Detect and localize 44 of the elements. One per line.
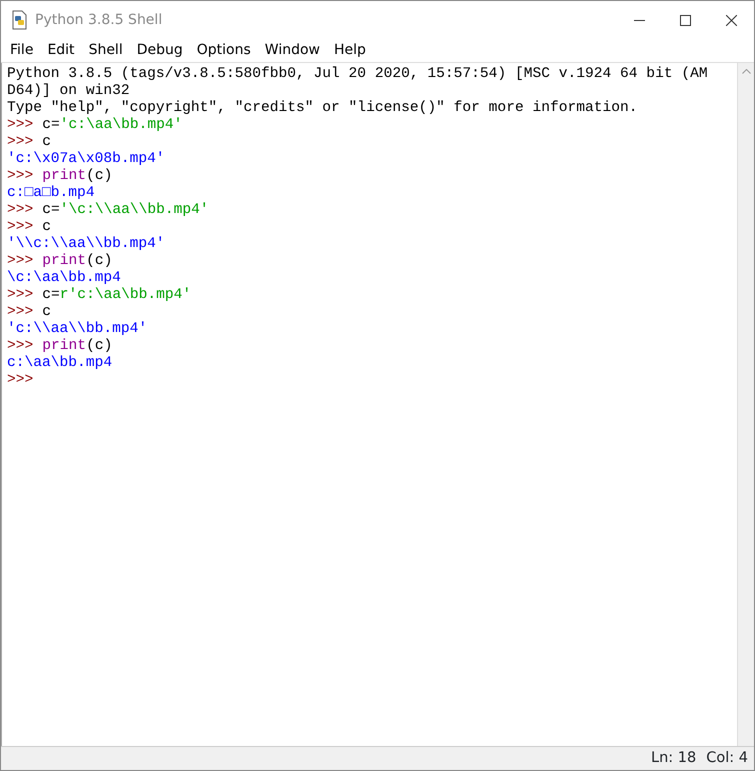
code-text: (c): [86, 253, 112, 269]
prompt-marker: >>>: [7, 287, 34, 303]
code-text: c: [42, 134, 52, 150]
code-text: c: [42, 219, 52, 235]
code-text: c=: [42, 202, 60, 218]
code-text: Python 3.8.5 (tags/v3.8.5:580fbb0, Jul 20 2020, 15:57:54) [MSC v.1924 64 bit (AM: [7, 66, 708, 82]
line-number-status: Ln: 18: [651, 748, 696, 768]
menu-item[interactable]: Help: [327, 40, 373, 61]
menu-item[interactable]: Options: [190, 40, 258, 61]
builtin-keyword: print: [42, 168, 86, 184]
string-literal: r'c:\aa\bb.mp4': [60, 287, 192, 303]
code-text: c: [42, 304, 52, 320]
prompt-marker: >>>: [7, 372, 34, 388]
output-text: c:\aa\bb.mp4: [7, 355, 112, 371]
prompt-marker: >>>: [7, 219, 34, 235]
code-text: Type "help", "copyright", "credits" or "license()" for more information.: [7, 100, 638, 116]
window-title: Python 3.8.5 Shell: [35, 10, 162, 30]
output-text: 'c:\x07a\x08b.mp4': [7, 151, 165, 167]
code-text: D64)] on win32: [7, 83, 130, 99]
prompt-marker: >>>: [7, 117, 34, 133]
prompt-marker: >>>: [7, 253, 34, 269]
builtin-keyword: print: [42, 338, 86, 354]
prompt-marker: >>>: [7, 202, 34, 218]
output-text: c:□a□b.mp4: [7, 185, 95, 201]
menu-item[interactable]: Window: [258, 40, 327, 61]
output-text: '\\c:\\aa\\bb.mp4': [7, 236, 165, 252]
column-number-status: Col: 4: [706, 748, 748, 768]
menu-item[interactable]: File: [3, 40, 40, 61]
string-literal: 'c:\aa\bb.mp4': [60, 117, 182, 133]
string-literal: '\c:\\aa\\bb.mp4': [60, 202, 209, 218]
code-text: (c): [86, 338, 112, 354]
code-text: c=: [42, 287, 60, 303]
menu-item[interactable]: Debug: [130, 40, 190, 61]
prompt-marker: >>>: [7, 168, 34, 184]
code-text: c=: [42, 117, 60, 133]
prompt-marker: >>>: [7, 134, 34, 150]
prompt-marker: >>>: [7, 304, 34, 320]
output-text: \c:\aa\bb.mp4: [7, 270, 121, 286]
builtin-keyword: print: [42, 253, 86, 269]
menu-item[interactable]: Shell: [82, 40, 130, 61]
prompt-marker: >>>: [7, 338, 34, 354]
code-text: (c): [86, 168, 112, 184]
menu-item[interactable]: Edit: [40, 40, 82, 61]
output-text: 'c:\\aa\\bb.mp4': [7, 321, 148, 337]
